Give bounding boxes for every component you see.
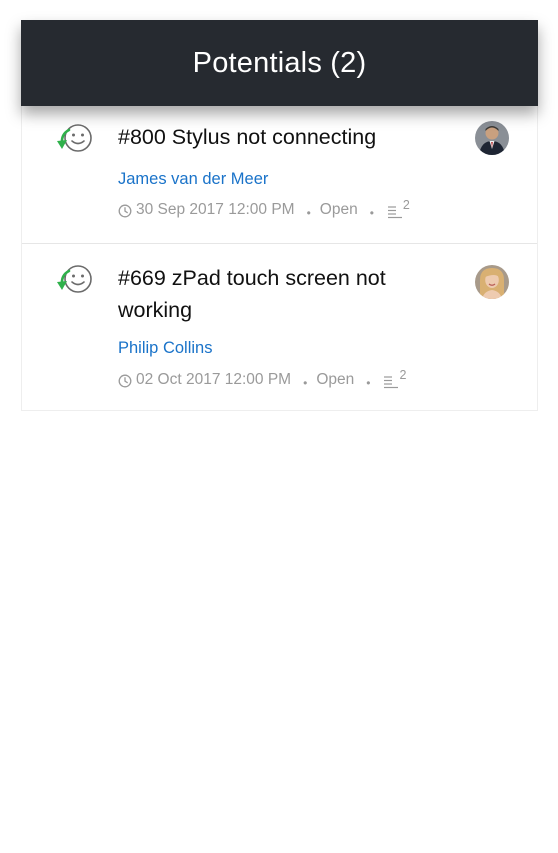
page-title: Potentials (2): [192, 46, 367, 79]
separator-dot: •: [303, 376, 308, 390]
due-date: 30 Sep 2017 12:00 PM: [136, 201, 295, 218]
clock-icon: [118, 374, 132, 388]
clock-icon: [118, 204, 132, 218]
notes-icon: [387, 205, 403, 219]
ticket-meta: 02 Oct 2017 12:00 PM • Open • 2: [118, 368, 407, 390]
contact-link[interactable]: Philip Collins: [118, 339, 212, 358]
notes-icon: [383, 375, 399, 389]
notes-count: 2: [402, 198, 410, 212]
separator-dot: •: [366, 376, 371, 390]
ticket-meta: 30 Sep 2017 12:00 PM • Open • 2: [118, 198, 410, 220]
avatar[interactable]: [475, 121, 509, 155]
notes-indicator[interactable]: 2: [383, 368, 407, 389]
list-item[interactable]: #800 Stylus not connecting James van der…: [22, 106, 537, 244]
separator-dot: •: [369, 206, 374, 220]
separator-dot: •: [306, 206, 311, 220]
ticket-title[interactable]: #800 Stylus not connecting: [118, 121, 438, 153]
status-text: Open: [316, 371, 355, 388]
status-text: Open: [319, 201, 358, 218]
notes-indicator[interactable]: 2: [387, 198, 410, 219]
app-screen: Potentials (2) #800 Stylus not connectin…: [0, 0, 558, 853]
notes-count: 2: [399, 368, 407, 382]
ticket-title[interactable]: #669 zPad touch screen not working: [118, 262, 438, 326]
customer-happiness-icon: [55, 122, 95, 156]
customer-happiness-icon: [55, 263, 95, 297]
potentials-list: #800 Stylus not connecting James van der…: [21, 106, 538, 411]
due-date: 02 Oct 2017 12:00 PM: [136, 371, 292, 388]
header-bar: Potentials (2): [21, 20, 538, 106]
avatar[interactable]: [475, 265, 509, 299]
list-item[interactable]: #669 zPad touch screen not working Phili…: [22, 244, 537, 410]
contact-link[interactable]: James van der Meer: [118, 170, 268, 189]
